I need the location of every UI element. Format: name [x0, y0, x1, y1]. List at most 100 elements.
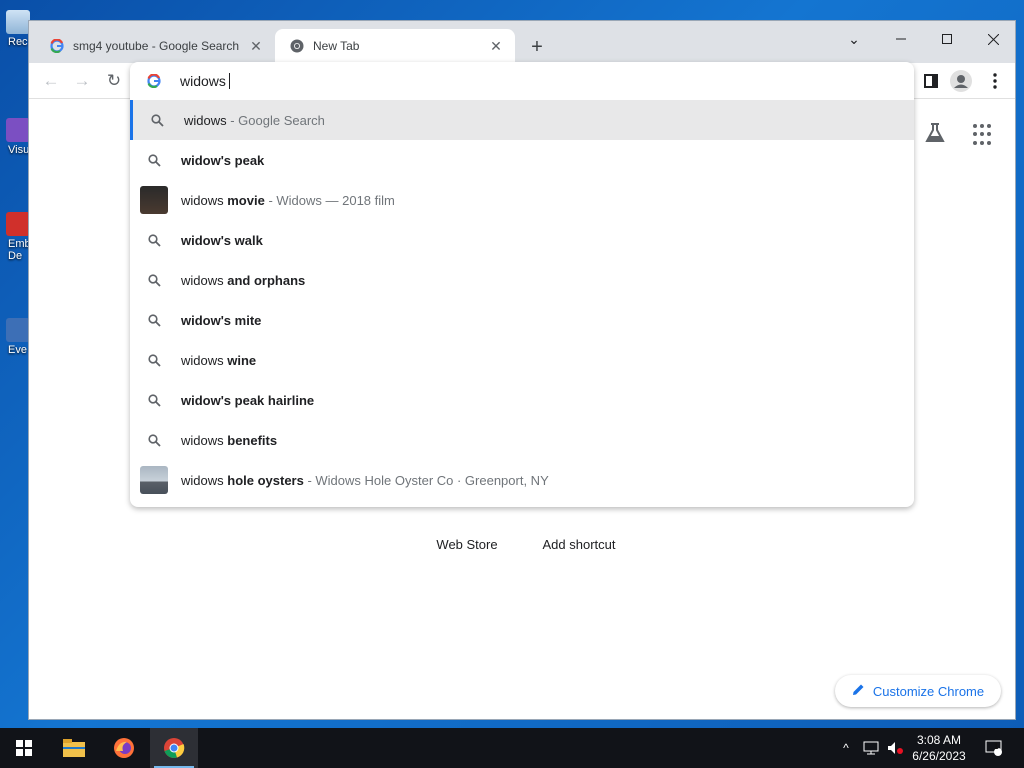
desktop-icon-label: Eve	[8, 344, 27, 356]
close-window-button[interactable]	[970, 25, 1015, 53]
text-caret	[228, 73, 230, 89]
tab-strip: smg4 youtube - Google Search ✕ New Tab ✕…	[29, 21, 1015, 63]
suggestion-description: - Widows — 2018 film	[264, 192, 395, 208]
suggestion-text: widow's peak	[181, 153, 264, 168]
search-icon	[140, 426, 168, 454]
omnibox-suggestion[interactable]: widow's walk	[130, 220, 914, 260]
place-thumbnail	[140, 466, 168, 494]
suggestion-text: widow's mite	[181, 313, 261, 328]
customize-chrome-button[interactable]: Customize Chrome	[835, 675, 1001, 707]
google-icon	[49, 38, 65, 54]
maximize-button[interactable]	[924, 25, 970, 53]
suggestion-text: widows benefits	[181, 433, 277, 448]
shortcut-add[interactable]: Add shortcut	[529, 537, 629, 552]
suggestion-text-part: and orphans	[227, 272, 306, 288]
suggestion-text: widows wine	[181, 353, 256, 368]
tab-new-tab[interactable]: New Tab ✕	[275, 29, 515, 63]
suggestion-text: widows and orphans	[181, 273, 305, 288]
firefox-taskbar-icon[interactable]	[100, 728, 148, 768]
menu-kebab-icon[interactable]	[983, 69, 1007, 93]
recycle-bin-icon	[6, 10, 30, 34]
search-icon	[140, 306, 168, 334]
new-tab-button[interactable]: +	[525, 35, 549, 59]
suggestion-text-part: hole oysters	[227, 472, 304, 488]
close-tab-icon[interactable]: ✕	[247, 37, 265, 55]
suggestion-text: widow's peak hairline	[181, 393, 314, 408]
search-icon	[140, 346, 168, 374]
suggestion-text-part: widow's mite	[181, 312, 262, 328]
chrome-taskbar-icon[interactable]	[150, 728, 198, 768]
desktop-icon-recycle-bin[interactable]: Rec	[0, 10, 30, 48]
suggestion-description: - Widows Hole Oyster Co · Greenport, NY	[303, 472, 549, 488]
event-viewer-icon	[6, 318, 30, 342]
suggestion-text-part: widows	[181, 432, 228, 448]
network-icon[interactable]	[860, 728, 882, 768]
chrome-icon	[289, 38, 305, 54]
suggestion-text-part: widows	[181, 352, 228, 368]
suggestion-text-part: widow's peak hairline	[181, 392, 315, 408]
suggestion-text-part: wine	[227, 352, 257, 368]
omnibox-suggestion[interactable]: widows hole oysters - Widows Hole Oyster…	[130, 460, 914, 500]
visual-studio-icon	[6, 118, 30, 142]
omnibox-suggestion[interactable]: widow's mite	[130, 300, 914, 340]
shortcut-web-store[interactable]: Web Store	[427, 537, 507, 552]
tab-title: New Tab	[313, 39, 360, 53]
search-icon	[140, 386, 168, 414]
desktop-icon-label: De	[8, 250, 23, 262]
omnibox-suggestion[interactable]: widows wine	[130, 340, 914, 380]
omnibox-input[interactable]: widows	[130, 62, 914, 100]
desktop-icon-label: Visu	[8, 144, 30, 156]
clock-time: 3:08 AM	[916, 733, 962, 747]
notification-count: 1	[994, 742, 999, 751]
clock-date: 6/26/2023	[912, 749, 966, 763]
suggestion-text-part: widow's peak	[181, 152, 265, 168]
taskbar-clock[interactable]: 3:08 AM 6/26/2023	[900, 732, 978, 764]
google-g-icon	[146, 73, 162, 89]
suggestion-text: widows hole oysters - Widows Hole Oyster…	[181, 473, 549, 488]
start-button[interactable]	[0, 728, 48, 768]
reload-button[interactable]: ↻	[102, 69, 126, 93]
omnibox-suggestion[interactable]: widows benefits	[130, 420, 914, 460]
search-icon	[140, 266, 168, 294]
omnibox-suggestion[interactable]: widow's peak hairline	[130, 380, 914, 420]
file-explorer-taskbar-icon[interactable]	[50, 728, 98, 768]
suggestion-text-part: widows	[181, 192, 228, 208]
suggestion-text-part: movie	[227, 192, 265, 208]
close-tab-icon[interactable]: ✕	[487, 37, 505, 55]
labs-flask-icon[interactable]	[923, 121, 947, 145]
profile-avatar[interactable]	[949, 69, 973, 93]
forward-button[interactable]: →	[70, 69, 94, 93]
movie-thumbnail	[140, 186, 168, 214]
tab-search-chevron-down-icon[interactable]: ⌄	[831, 25, 877, 53]
pencil-icon	[852, 683, 865, 699]
suggestion-text-part: widows	[181, 272, 228, 288]
minimize-button[interactable]	[878, 25, 924, 53]
google-apps-grid-icon[interactable]	[973, 124, 995, 146]
desktop-icon-visual-studio[interactable]: Visu	[0, 118, 30, 156]
omnibox-text: widows	[180, 73, 226, 89]
tab-title: smg4 youtube - Google Search	[73, 39, 240, 53]
desktop-icon-label: Rec	[8, 36, 28, 48]
omnibox-suggestion[interactable]: widows and orphans	[130, 260, 914, 300]
show-hidden-icons-chevron-up-icon[interactable]: ^	[836, 728, 856, 768]
search-icon	[143, 106, 171, 134]
tab-google-search[interactable]: smg4 youtube - Google Search ✕	[35, 29, 275, 63]
back-button[interactable]: ←	[39, 69, 63, 93]
omnibox-dropdown: widows widows - Google Search widow's pea…	[130, 62, 914, 507]
desktop-icon-embedded[interactable]: Emb De	[0, 212, 31, 262]
omnibox-suggestion[interactable]: widows movie - Widows — 2018 film	[130, 180, 914, 220]
suggestion-text-part: widows	[184, 112, 227, 128]
suggestion-description: - Google Search	[226, 112, 325, 128]
omnibox-suggestion[interactable]: widows - Google Search	[130, 100, 914, 140]
suggestion-text-part: benefits	[227, 432, 278, 448]
notification-center-icon[interactable]: 1	[982, 728, 1006, 768]
omnibox-suggestion[interactable]: widow's peak	[130, 140, 914, 180]
search-icon	[140, 146, 168, 174]
suggestion-text-part: widow's walk	[181, 232, 263, 248]
desktop-icon-event-viewer[interactable]: Eve	[0, 318, 30, 356]
taskbar: ^ 3:08 AM 6/26/2023 1	[0, 728, 1024, 768]
side-panel-icon[interactable]	[919, 69, 943, 93]
suggestion-text: widow's walk	[181, 233, 263, 248]
suggestion-text: widows movie - Widows — 2018 film	[181, 193, 395, 208]
customize-chrome-label: Customize Chrome	[872, 683, 985, 699]
